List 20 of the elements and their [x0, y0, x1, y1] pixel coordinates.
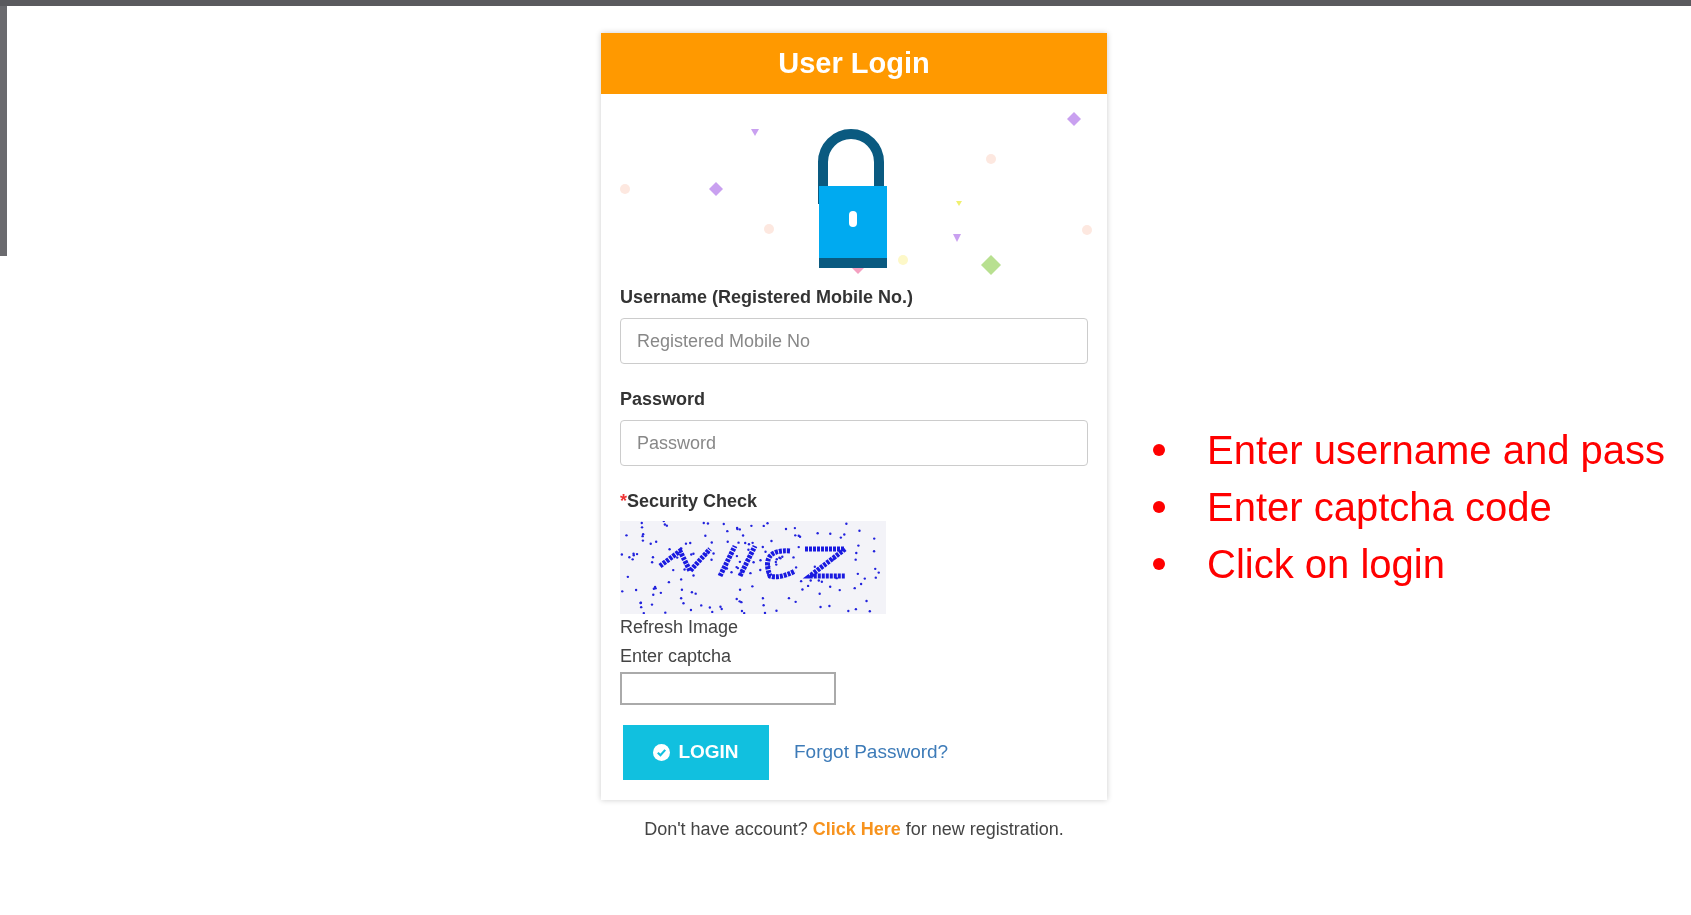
enter-captcha-label: Enter captcha [620, 645, 733, 668]
check-circle-icon [653, 744, 671, 761]
refresh-image-link[interactable]: Refresh Image [620, 614, 739, 641]
username-label: Username (Registered Mobile No.) [620, 286, 915, 309]
instruction-text: Enter username and pass [1207, 426, 1666, 474]
registration-text: Don't have account? Click Here for new registration. [643, 818, 1065, 841]
security-check-label: Security Check [627, 490, 758, 513]
captcha-field[interactable] [620, 672, 836, 705]
click-here-link[interactable]: Click Here [812, 819, 901, 839]
username-field[interactable]: Registered Mobile No [620, 318, 1088, 364]
card-title: User Login [778, 45, 930, 81]
bullet-icon [1153, 557, 1165, 570]
password-field[interactable]: Password [620, 420, 1088, 466]
password-label: Password [620, 388, 707, 411]
instruction-text: Enter captcha code [1207, 483, 1552, 531]
bullet-icon [1153, 443, 1165, 456]
bullet-icon [1153, 500, 1165, 513]
required-mark: * [620, 490, 627, 513]
instruction-text: Click on login [1207, 540, 1445, 588]
forgot-password-link[interactable]: Forgot Password? [794, 738, 949, 767]
